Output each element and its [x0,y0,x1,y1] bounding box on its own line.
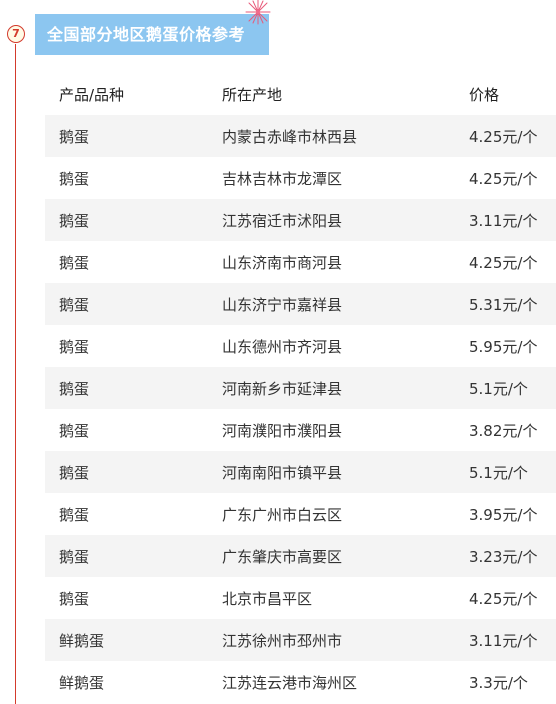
table-row: 鹅蛋 河南新乡市延津县 5.1元/个 [45,367,556,409]
table-row: 鹅蛋 山东济南市商河县 4.25元/个 [45,241,556,283]
price-cell: 5.31元/个 [469,295,538,314]
table-header-row: 产品/品种 所在产地 价格 [45,73,556,115]
price-cell: 3.3元/个 [469,673,528,692]
price-cell: 3.11元/个 [469,211,538,230]
product-cell: 鹅蛋 [59,127,90,146]
product-cell: 鹅蛋 [59,211,90,230]
header-product: 产品/品种 [59,85,125,104]
product-cell: 鹅蛋 [59,253,90,272]
product-cell: 鲜鹅蛋 [59,673,105,692]
product-cell: 鹅蛋 [59,463,90,482]
table-row: 鹅蛋 广东肇庆市高要区 3.23元/个 [45,535,556,577]
header-price: 价格 [469,85,500,104]
product-cell: 鹅蛋 [59,589,90,608]
product-cell: 鹅蛋 [59,379,90,398]
product-cell: 鹅蛋 [59,547,90,566]
product-cell: 鹅蛋 [59,505,90,524]
header-region: 所在产地 [222,85,283,104]
price-cell: 4.25元/个 [469,169,538,188]
price-cell: 3.23元/个 [469,547,538,566]
firework-burst-icon [245,0,271,25]
table-row: 鹅蛋 山东德州市齐河县 5.95元/个 [45,325,556,367]
region-cell: 山东济南市商河县 [222,253,343,272]
table-row: 鹅蛋 山东济宁市嘉祥县 5.31元/个 [45,283,556,325]
product-cell: 鹅蛋 [59,295,90,314]
table-row: 鹅蛋 江苏宿迁市沭阳县 3.11元/个 [45,199,556,241]
region-cell: 江苏徐州市邳州市 [222,631,343,650]
price-cell: 5.1元/个 [469,463,528,482]
price-cell: 3.95元/个 [469,505,538,524]
step-number-badge: 7 [7,25,25,43]
table-row: 鹅蛋 北京市昌平区 4.25元/个 [45,577,556,619]
region-cell: 山东德州市齐河县 [222,337,343,356]
table-row: 鹅蛋 内蒙古赤峰市林西县 4.25元/个 [45,115,556,157]
price-cell: 5.1元/个 [469,379,528,398]
product-cell: 鹅蛋 [59,421,90,440]
table-row: 鲜鹅蛋 江苏徐州市邳州市 3.11元/个 [45,619,556,661]
timeline-line [15,44,16,704]
region-cell: 江苏连云港市海州区 [222,673,358,692]
region-cell: 吉林吉林市龙潭区 [222,169,343,188]
price-table: 产品/品种 所在产地 价格 鹅蛋 内蒙古赤峰市林西县 4.25元/个 鹅蛋 吉林吉林市龙… [45,73,556,703]
price-cell: 4.25元/个 [469,589,538,608]
price-cell: 3.11元/个 [469,631,538,650]
table-row: 鹅蛋 广东广州市白云区 3.95元/个 [45,493,556,535]
price-cell: 4.25元/个 [469,253,538,272]
region-cell: 广东肇庆市高要区 [222,547,343,566]
product-cell: 鲜鹅蛋 [59,631,105,650]
price-cell: 4.25元/个 [469,127,538,146]
table-row: 鲜鹅蛋 江苏连云港市海州区 3.3元/个 [45,661,556,703]
table-row: 鹅蛋 河南南阳市镇平县 5.1元/个 [45,451,556,493]
table-row: 鹅蛋 吉林吉林市龙潭区 4.25元/个 [45,157,556,199]
section-title: 全国部分地区鹅蛋价格参考 [35,14,269,55]
region-cell: 北京市昌平区 [222,589,313,608]
region-cell: 河南濮阳市濮阳县 [222,421,343,440]
page: 7 全国部分地区鹅蛋价格参考 产品/品种 所在产地 价格 鹅蛋 内蒙古赤峰市林西县… [0,0,556,704]
region-cell: 江苏宿迁市沭阳县 [222,211,343,230]
table-body: 鹅蛋 内蒙古赤峰市林西县 4.25元/个 鹅蛋 吉林吉林市龙潭区 4.25元/个 鹅蛋 江苏宿… [45,115,556,703]
product-cell: 鹅蛋 [59,169,90,188]
price-cell: 3.82元/个 [469,421,538,440]
product-cell: 鹅蛋 [59,337,90,356]
price-cell: 5.95元/个 [469,337,538,356]
region-cell: 山东济宁市嘉祥县 [222,295,343,314]
region-cell: 河南南阳市镇平县 [222,463,343,482]
region-cell: 内蒙古赤峰市林西县 [222,127,358,146]
region-cell: 广东广州市白云区 [222,505,343,524]
region-cell: 河南新乡市延津县 [222,379,343,398]
table-row: 鹅蛋 河南濮阳市濮阳县 3.82元/个 [45,409,556,451]
